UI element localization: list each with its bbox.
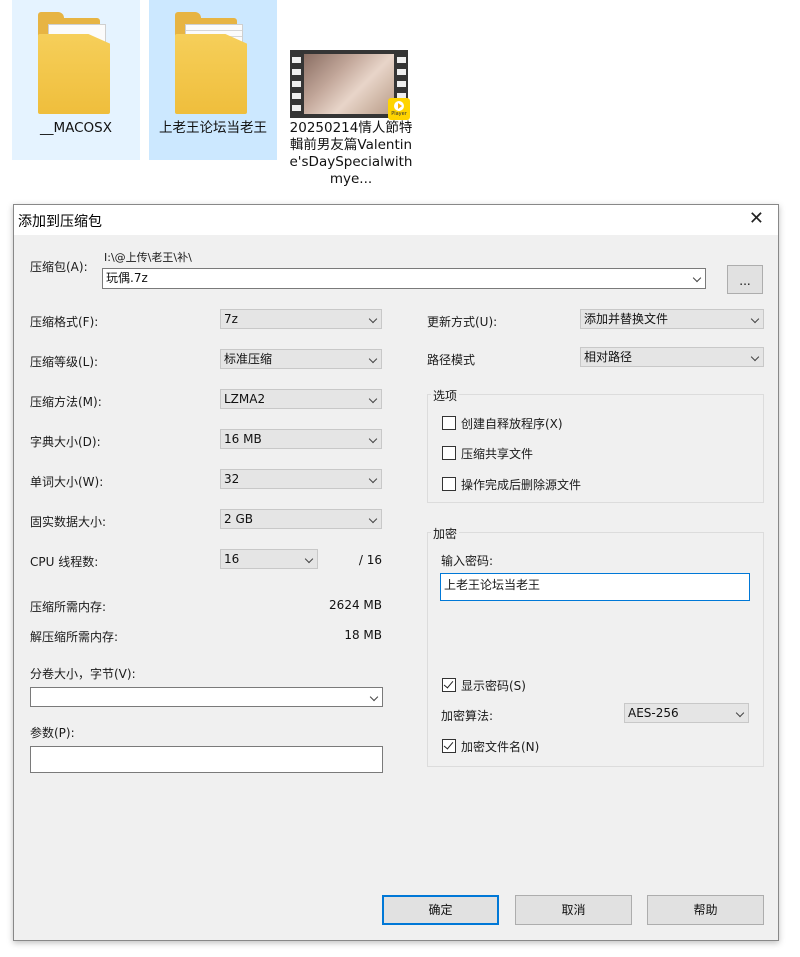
encrypt-names-checkbox[interactable]	[442, 739, 456, 753]
word-select[interactable]: 32	[220, 469, 382, 489]
path-mode-value: 相对路径	[584, 350, 633, 364]
encrypt-method-value: AES-256	[628, 706, 679, 720]
file-name: 上老王论坛当老王	[159, 120, 267, 136]
chevron-down-icon	[735, 708, 745, 718]
player-badge-icon: Player	[388, 98, 410, 120]
solid-value: 2 GB	[224, 512, 253, 526]
params-input[interactable]	[30, 746, 383, 773]
update-value: 添加并替换文件	[584, 312, 669, 326]
file-item-folder[interactable]: 上老王论坛当老王	[149, 0, 277, 160]
split-label: 分卷大小，字节(V):	[30, 667, 136, 681]
encrypt-names-label: 加密文件名(N)	[461, 740, 540, 754]
delete-source-checkbox[interactable]	[442, 477, 456, 491]
path-mode-select[interactable]: 相对路径	[580, 347, 764, 367]
chevron-down-icon	[368, 434, 378, 444]
method-value: LZMA2	[224, 392, 266, 406]
archive-label: 压缩包(A):	[30, 260, 88, 274]
archive-name-input[interactable]: 玩偶.7z	[102, 268, 706, 289]
delete-source-label: 操作完成后删除源文件	[461, 478, 582, 492]
shared-label: 压缩共享文件	[461, 447, 534, 461]
show-password-label: 显示密码(S)	[461, 679, 526, 693]
encryption-title: 加密	[431, 525, 460, 542]
chevron-down-icon	[750, 314, 760, 324]
chevron-down-icon	[750, 352, 760, 362]
update-label: 更新方式(U):	[427, 315, 498, 329]
cancel-button[interactable]: 取消	[515, 895, 632, 925]
file-name: __MACOSX	[39, 120, 112, 136]
folder-icon	[38, 12, 114, 114]
mem-compress-value: 2624 MB	[329, 598, 382, 612]
dict-value: 16 MB	[224, 432, 262, 446]
cpu-total: / 16	[358, 553, 382, 567]
dialog-title: 添加到压缩包	[18, 214, 102, 230]
mem-decompress-label: 解压缩所需内存:	[30, 630, 119, 644]
folder-icon	[175, 12, 251, 114]
password-value: 上老王论坛当老王	[444, 578, 541, 592]
password-label: 输入密码:	[441, 554, 494, 568]
mem-decompress-value: 18 MB	[344, 628, 382, 642]
ok-button[interactable]: 确定	[382, 895, 499, 925]
show-password-checkbox[interactable]	[442, 678, 456, 692]
file-item-macosx[interactable]: __MACOSX	[12, 0, 140, 160]
close-icon[interactable]: ✕	[749, 208, 764, 229]
path-mode-label: 路径模式	[427, 353, 476, 367]
chevron-down-icon[interactable]	[692, 273, 702, 283]
password-input[interactable]: 上老王论坛当老王	[440, 573, 750, 601]
shared-checkbox[interactable]	[442, 446, 456, 460]
method-label: 压缩方法(M):	[30, 395, 102, 409]
word-value: 32	[224, 472, 240, 486]
level-select[interactable]: 标准压缩	[220, 349, 382, 369]
word-label: 单词大小(W):	[30, 475, 104, 489]
split-size-combo[interactable]	[30, 687, 383, 707]
cpu-label: CPU 线程数:	[30, 555, 99, 569]
format-label: 压缩格式(F):	[30, 315, 99, 329]
dict-select[interactable]: 16 MB	[220, 429, 382, 449]
chevron-down-icon	[368, 474, 378, 484]
chevron-down-icon	[369, 692, 379, 702]
sfx-checkbox[interactable]	[442, 416, 456, 430]
chevron-down-icon	[368, 354, 378, 364]
dict-label: 字典大小(D):	[30, 435, 101, 449]
method-select[interactable]: LZMA2	[220, 389, 382, 409]
chevron-down-icon	[304, 554, 314, 564]
encrypt-method-select[interactable]: AES-256	[624, 703, 749, 723]
file-name: 20250214情人節特輯前男友篇Valentine'sDaySpecialwi…	[289, 120, 413, 187]
video-frame	[304, 54, 394, 114]
update-select[interactable]: 添加并替换文件	[580, 309, 764, 329]
sfx-label: 创建自释放程序(X)	[461, 417, 563, 431]
encrypt-method-label: 加密算法:	[441, 709, 494, 723]
format-value: 7z	[224, 312, 238, 326]
help-button[interactable]: 帮助	[647, 895, 764, 925]
chevron-down-icon	[368, 514, 378, 524]
chevron-down-icon	[368, 314, 378, 324]
browse-button[interactable]: ...	[727, 265, 763, 294]
mem-compress-label: 压缩所需内存:	[30, 600, 107, 614]
cpu-select[interactable]: 16	[220, 549, 318, 569]
solid-select[interactable]: 2 GB	[220, 509, 382, 529]
video-thumbnail[interactable]: Player	[290, 50, 410, 120]
archive-filename: 玩偶.7z	[106, 271, 148, 285]
format-select[interactable]: 7z	[220, 309, 382, 329]
archive-path: I:\@上传\老王\补\	[104, 251, 192, 264]
level-value: 标准压缩	[224, 352, 273, 366]
params-label: 参数(P):	[30, 726, 75, 740]
title-bar: 添加到压缩包 ✕	[14, 205, 778, 235]
options-title: 选项	[431, 387, 460, 404]
solid-label: 固实数据大小:	[30, 515, 107, 529]
add-to-archive-dialog: 添加到压缩包 ✕ 压缩包(A): I:\@上传\老王\补\ 玩偶.7z ... …	[13, 204, 779, 941]
level-label: 压缩等级(L):	[30, 355, 99, 369]
chevron-down-icon	[368, 394, 378, 404]
cpu-value: 16	[224, 552, 240, 566]
